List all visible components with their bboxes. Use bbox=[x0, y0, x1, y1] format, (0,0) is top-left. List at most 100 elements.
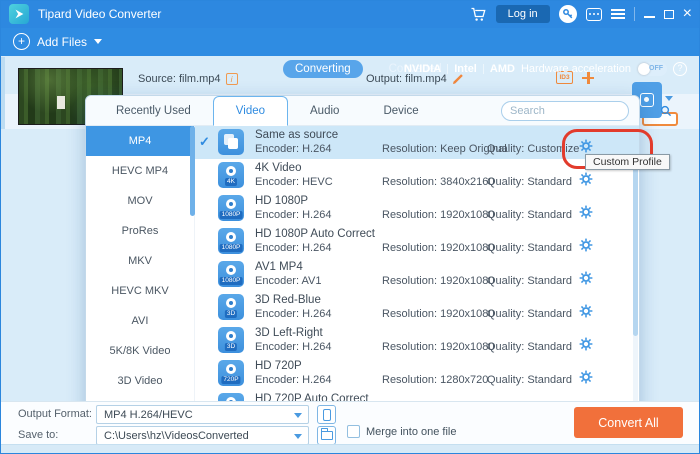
format-quality: Quality: Standard bbox=[487, 176, 572, 188]
add-files-button[interactable]: + Add Files bbox=[13, 33, 103, 50]
search-box bbox=[501, 101, 672, 121]
format-title: 3D Left-Right bbox=[255, 327, 323, 339]
format-type-icon: 3D bbox=[218, 294, 244, 320]
add-files-label: Add Files bbox=[37, 34, 88, 49]
resolution-badge: 3D bbox=[224, 310, 238, 318]
maximize-button[interactable] bbox=[663, 9, 674, 19]
minimize-button[interactable] bbox=[643, 16, 655, 18]
gear-icon[interactable] bbox=[579, 172, 593, 191]
format-encoder: Encoder: AV1 bbox=[255, 275, 322, 287]
gear-icon[interactable] bbox=[579, 271, 593, 290]
format-type-icon: 1080P bbox=[218, 195, 244, 221]
sidebar-format-item[interactable]: 5K/8K Video bbox=[86, 336, 194, 366]
register-key-icon[interactable] bbox=[558, 5, 577, 23]
format-quality: Quality: Standard bbox=[487, 308, 572, 320]
format-row[interactable]: ✓ 4K 4K Video Encoder: HEVC Resolution: … bbox=[195, 159, 639, 192]
sidebar-format-item[interactable]: 3D Video bbox=[86, 366, 194, 396]
format-quality: Quality: Standard bbox=[487, 374, 572, 386]
feedback-icon[interactable] bbox=[585, 7, 602, 21]
format-row[interactable]: ✓ 3D 3D Red-Blue Encoder: H.264 Resoluti… bbox=[195, 291, 639, 324]
format-type-icon: 1080P bbox=[218, 228, 244, 254]
format-row[interactable]: ✓ 1080P HD 1080P Encoder: H.264 Resoluti… bbox=[195, 192, 639, 225]
gear-icon[interactable] bbox=[579, 205, 593, 224]
app-logo-icon bbox=[9, 4, 29, 24]
sidebar-format-item[interactable]: HEVC MKV bbox=[86, 276, 194, 306]
source-label: Source: film.mp4 bbox=[138, 73, 221, 85]
format-quality: Quality: Customize bbox=[487, 143, 580, 155]
format-resolution: Resolution: 3840x2160 bbox=[382, 176, 495, 188]
sidebar-format-item[interactable]: MKV bbox=[86, 246, 194, 276]
format-encoder: Encoder: H.264 bbox=[255, 209, 332, 221]
format-selection-popup: Recently Used Video Audio Device MP4 HEV… bbox=[85, 95, 672, 437]
format-resolution: Resolution: 1920x1080 bbox=[382, 308, 495, 320]
save-to-label: Save to: bbox=[18, 429, 59, 441]
device-icon bbox=[322, 408, 331, 421]
format-encoder: Encoder: H.264 bbox=[255, 341, 332, 353]
format-row[interactable]: ✓ Same as source Encoder: H.264 Resoluti… bbox=[195, 126, 639, 159]
format-title: HD 1080P Auto Correct bbox=[255, 228, 375, 240]
merge-checkbox[interactable] bbox=[347, 425, 360, 438]
resolution-badge: 1080P bbox=[219, 277, 243, 285]
format-resolution: Resolution: 1920x1080 bbox=[382, 341, 495, 353]
sidebar-format-item[interactable]: ProRes bbox=[86, 216, 194, 246]
dropdown-arrow-icon bbox=[294, 413, 302, 418]
popup-tab[interactable]: Video bbox=[212, 96, 289, 126]
popup-tab[interactable]: Audio bbox=[288, 96, 361, 125]
resolution-badge: 1080P bbox=[219, 211, 243, 219]
toolbar: + Add Files Converting Converted NVIDIA … bbox=[0, 28, 700, 78]
gear-icon[interactable] bbox=[579, 238, 593, 257]
check-icon: ✓ bbox=[199, 134, 210, 149]
format-title: 4K Video bbox=[255, 162, 302, 174]
title-bar: Tipard Video Converter Log in × bbox=[0, 0, 700, 28]
format-row[interactable]: ✓ 1080P HD 1080P Auto Correct Encoder: H… bbox=[195, 225, 639, 258]
open-folder-button[interactable] bbox=[317, 426, 336, 445]
sidebar-format-item[interactable]: MP4 bbox=[86, 126, 194, 156]
format-row[interactable]: ✓ 1080P AV1 MP4 Encoder: AV1 Resolution:… bbox=[195, 258, 639, 291]
titlebar-separator bbox=[633, 7, 635, 21]
format-resolution: Resolution: 1920x1080 bbox=[382, 209, 495, 221]
gear-icon[interactable] bbox=[579, 304, 593, 323]
merge-label: Merge into one file bbox=[366, 426, 457, 438]
format-title: Same as source bbox=[255, 129, 339, 141]
amd-label: AMD bbox=[489, 63, 515, 75]
format-type-icon: 4K bbox=[218, 162, 244, 188]
format-encoder: Encoder: H.264 bbox=[255, 308, 332, 320]
search-input[interactable] bbox=[502, 105, 660, 117]
sidebar-format-item[interactable]: AVI bbox=[86, 306, 194, 336]
add-icon: + bbox=[13, 33, 30, 50]
close-button[interactable]: × bbox=[683, 6, 692, 22]
info-icon[interactable]: i bbox=[225, 73, 238, 85]
help-icon[interactable]: ? bbox=[673, 62, 687, 76]
mode-tab[interactable]: Converting bbox=[283, 60, 363, 78]
format-sidebar: MP4 HEVC MP4 MOV ProRes MKV HEVC MKV AVI… bbox=[86, 126, 195, 437]
popup-tab[interactable]: Device bbox=[361, 96, 440, 125]
output-format-combo[interactable]: MP4 H.264/HEVC bbox=[96, 405, 309, 424]
format-encoder: Encoder: H.264 bbox=[255, 242, 332, 254]
format-encoder: Encoder: H.264 bbox=[255, 374, 332, 386]
save-to-combo[interactable]: C:\Users\hz\VideosConverted bbox=[96, 426, 309, 445]
format-dropdown-caret[interactable] bbox=[665, 96, 673, 101]
popup-tab[interactable]: Recently Used bbox=[94, 96, 213, 125]
output-format-label: Output Format: bbox=[18, 408, 92, 420]
save-to-value: C:\Users\hz\VideosConverted bbox=[104, 429, 249, 442]
cart-icon[interactable] bbox=[470, 7, 487, 22]
resolution-badge: 1080P bbox=[219, 244, 243, 252]
hardware-acceleration-toggle[interactable]: OFF bbox=[637, 62, 667, 76]
folder-icon bbox=[320, 428, 333, 440]
format-resolution: Resolution: 1920x1080 bbox=[382, 242, 495, 254]
format-type-icon: 720P bbox=[218, 360, 244, 386]
menu-icon[interactable] bbox=[610, 9, 625, 19]
gear-icon[interactable] bbox=[579, 337, 593, 356]
gear-icon[interactable] bbox=[579, 370, 593, 389]
custom-profile-tooltip: Custom Profile bbox=[585, 154, 670, 170]
device-profile-button[interactable] bbox=[317, 405, 336, 424]
intel-label: Intel bbox=[454, 63, 477, 75]
sidebar-format-item[interactable]: MOV bbox=[86, 186, 194, 216]
format-row[interactable]: ✓ 720P HD 720P Encoder: H.264 Resolution… bbox=[195, 357, 639, 390]
format-quality: Quality: Standard bbox=[487, 242, 572, 254]
format-row[interactable]: ✓ 3D 3D Left-Right Encoder: H.264 Resolu… bbox=[195, 324, 639, 357]
login-button[interactable]: Log in bbox=[495, 5, 550, 23]
sidebar-format-item[interactable]: HEVC MP4 bbox=[86, 156, 194, 186]
search-icon[interactable] bbox=[660, 105, 672, 117]
convert-all-button[interactable]: Convert All bbox=[574, 407, 683, 438]
